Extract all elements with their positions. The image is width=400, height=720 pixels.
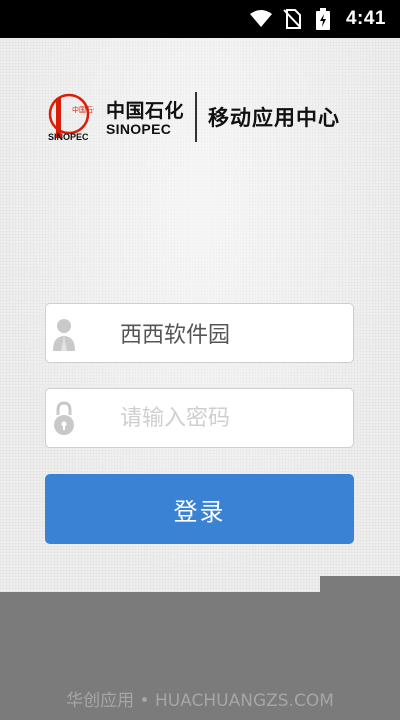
login-button[interactable]: 登录 — [45, 474, 354, 544]
status-time: 4:41 — [345, 8, 386, 29]
brand-header: 中国石化 SINOPEC 中国石化 SINOPEC 移动应用中心 — [48, 92, 358, 144]
company-name-cn: 中国石化 — [106, 100, 185, 122]
brand-divider — [195, 92, 197, 142]
password-field[interactable] — [45, 388, 354, 448]
svg-text:中国石化: 中国石化 — [72, 105, 94, 114]
username-input[interactable] — [120, 314, 342, 352]
sinopec-logo: 中国石化 SINOPEC — [48, 92, 100, 142]
username-field[interactable] — [45, 303, 354, 363]
user-icon — [52, 315, 76, 353]
company-name-en: SINOPEC — [106, 121, 172, 137]
battery-charging-icon — [312, 8, 334, 30]
login-screen: 中国石化 SINOPEC 中国石化 SINOPEC 移动应用中心 — [0, 38, 400, 592]
footer-notch — [320, 576, 400, 592]
status-bar: 4:41 — [0, 0, 400, 38]
wifi-icon — [249, 8, 272, 30]
lock-icon — [52, 400, 76, 438]
no-sim-icon — [281, 8, 303, 30]
watermark-text: 华创应用 • HUACHUANGZS.COM — [66, 691, 334, 711]
svg-text:SINOPEC: SINOPEC — [48, 132, 89, 142]
password-input[interactable] — [120, 399, 342, 437]
app-center-title: 移动应用中心 — [208, 106, 340, 130]
